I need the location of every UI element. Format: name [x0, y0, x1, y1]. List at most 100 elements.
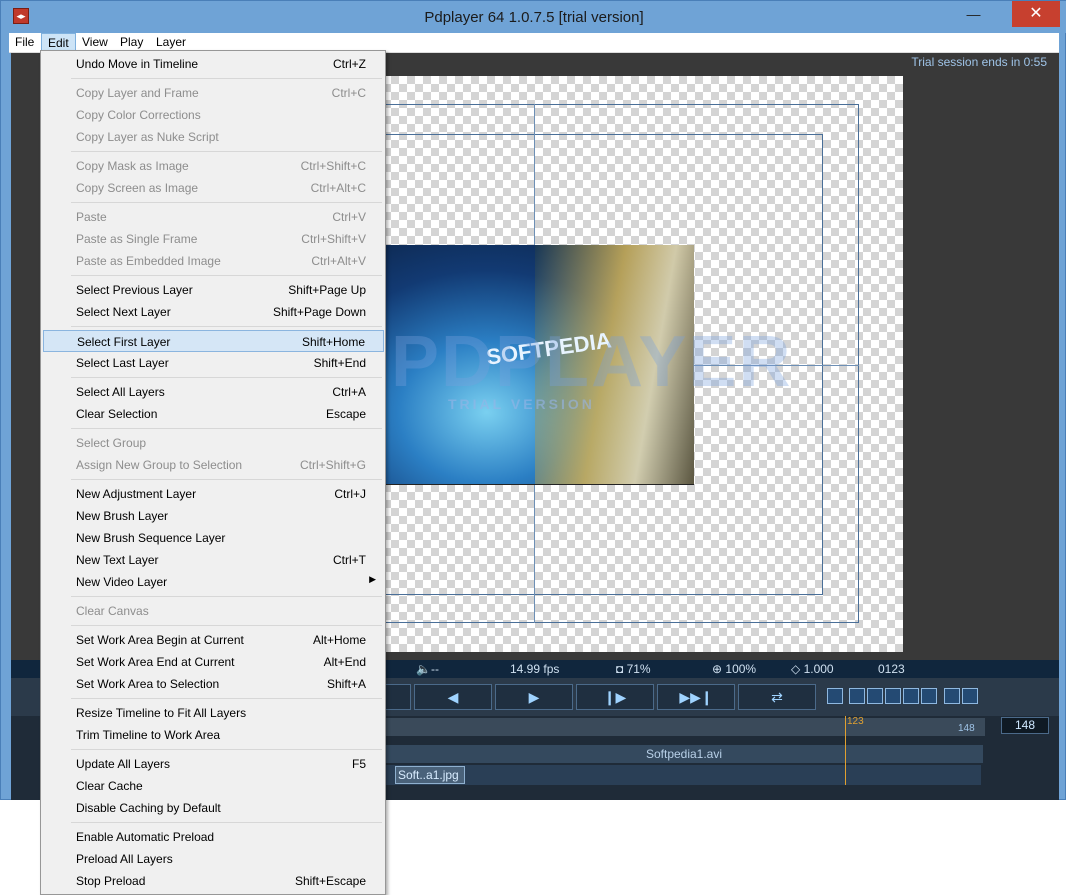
menu-item-assign-new-group-to-selection: Assign New Group to Selection Ctrl+Shift+…	[43, 454, 384, 476]
menu-item-label: Preload All Layers	[76, 852, 173, 866]
menu-item-clear-cache[interactable]: Clear Cache	[43, 775, 384, 797]
menu-item-shortcut: Shift+End	[313, 356, 366, 370]
compare-icon[interactable]	[944, 688, 960, 704]
menu-item-shortcut: Shift+Home	[301, 335, 365, 349]
menu-item-label: Update All Layers	[76, 757, 171, 771]
menu-separator	[71, 698, 382, 699]
menu-item-copy-color-corrections: Copy Color Corrections	[43, 104, 384, 126]
window-title: Pdplayer 64 1.0.7.5 [trial version]	[424, 9, 644, 26]
menu-item-label: Copy Layer and Frame	[76, 86, 199, 100]
menu-item-label: Set Work Area Begin at Current	[76, 633, 244, 647]
menu-item-label: Copy Screen as Image	[76, 181, 199, 195]
menu-file[interactable]: File	[9, 33, 40, 53]
menu-item-disable-caching-by-default[interactable]: Disable Caching by Default	[43, 797, 384, 819]
menu-item-shortcut: Alt+Home	[312, 633, 366, 647]
menu-item-clear-selection[interactable]: Clear Selection Escape	[43, 403, 384, 425]
menu-item-label: Select Next Layer	[76, 305, 171, 319]
menu-separator	[71, 749, 382, 750]
menu-separator	[71, 596, 382, 597]
menu-item-preload-all-layers[interactable]: Preload All Layers	[43, 848, 384, 870]
menu-item-label: Clear Selection	[76, 407, 158, 421]
title-bar: ◂▸ Pdplayer 64 1.0.7.5 [trial version] —…	[1, 1, 1066, 33]
menu-item-new-brush-layer[interactable]: New Brush Layer	[43, 505, 384, 527]
play-button[interactable]: ▶	[495, 684, 573, 710]
fullscreen-icon[interactable]	[962, 688, 978, 704]
image-clip[interactable]: Soft..a1.jpg	[395, 766, 465, 784]
menu-item-shortcut: Shift+Page Up	[288, 283, 366, 297]
menu-item-label: New Video Layer	[76, 575, 168, 589]
timeline-ruler[interactable]	[385, 718, 985, 736]
contrast-icon[interactable]	[921, 688, 937, 704]
trial-notice: Trial session ends in 0:55	[911, 55, 1047, 69]
list-icon[interactable]	[903, 688, 919, 704]
zoom-status[interactable]: ⊕ 100%	[712, 662, 756, 676]
menu-item-set-work-area-to-selection[interactable]: Set Work Area to Selection Shift+A	[43, 673, 384, 695]
menu-item-undo-move-in-timeline[interactable]: Undo Move in Timeline Ctrl+Z	[43, 53, 384, 75]
menu-item-label: Select First Layer	[77, 335, 171, 349]
menu-item-shortcut: Ctrl+T	[333, 553, 366, 567]
menu-item-new-text-layer[interactable]: New Text Layer Ctrl+T	[43, 549, 384, 571]
menu-item-label: Paste as Single Frame	[76, 232, 198, 246]
menu-item-select-first-layer[interactable]: Select First Layer Shift+Home	[43, 330, 384, 352]
opacity-status[interactable]: ◘ 71%	[616, 662, 651, 676]
menu-item-select-all-layers[interactable]: Select All Layers Ctrl+A	[43, 381, 384, 403]
menu-separator	[71, 479, 382, 480]
track-clip[interactable]: Softpedia1.avi	[385, 745, 983, 763]
menu-item-copy-screen-as-image: Copy Screen as Image Ctrl+Alt+C	[43, 177, 384, 199]
menu-item-shortcut: Ctrl+V	[332, 210, 366, 224]
menu-item-resize-timeline-to-fit-all-layers[interactable]: Resize Timeline to Fit All Layers	[43, 702, 384, 724]
menu-item-new-brush-sequence-layer[interactable]: New Brush Sequence Layer	[43, 527, 384, 549]
step-forward-button[interactable]: ❙▶	[576, 684, 654, 710]
menu-item-copy-layer-and-frame: Copy Layer and Frame Ctrl+C	[43, 82, 384, 104]
menu-item-enable-automatic-preload[interactable]: Enable Automatic Preload	[43, 826, 384, 848]
menu-item-stop-preload[interactable]: Stop Preload Shift+Escape	[43, 870, 384, 892]
menu-separator	[71, 428, 382, 429]
menu-item-update-all-layers[interactable]: Update All Layers F5	[43, 753, 384, 775]
aspect-status[interactable]: ◇ 1.000	[791, 662, 834, 676]
audio-status[interactable]: 🔈--	[416, 662, 439, 676]
frame-count-field[interactable]: 148	[1001, 717, 1049, 734]
fps-status: 14.99 fps	[510, 662, 560, 676]
menu-item-label: Copy Layer as Nuke Script	[76, 130, 219, 144]
menu-item-select-group: Select Group	[43, 432, 384, 454]
minimize-button[interactable]: —	[951, 1, 996, 27]
loop-button[interactable]: ⇄	[738, 684, 816, 710]
menu-item-paste-as-single-frame: Paste as Single Frame Ctrl+Shift+V	[43, 228, 384, 250]
menu-item-label: Disable Caching by Default	[76, 801, 221, 815]
menu-item-shortcut: Ctrl+Shift+G	[299, 458, 366, 472]
menu-item-label: Clear Cache	[76, 779, 143, 793]
menu-item-label: Undo Move in Timeline	[76, 57, 199, 71]
menu-item-label: Paste	[76, 210, 107, 224]
menu-separator	[71, 202, 382, 203]
safe-area-icon[interactable]	[849, 688, 865, 704]
menu-item-new-video-layer[interactable]: New Video Layer ▶	[43, 571, 384, 593]
menu-separator	[71, 78, 382, 79]
menu-item-label: Select Previous Layer	[76, 283, 193, 297]
frame-status: 0123	[878, 662, 905, 676]
menu-item-label: Select All Layers	[76, 385, 165, 399]
menu-item-select-last-layer[interactable]: Select Last Layer Shift+End	[43, 352, 384, 374]
menu-item-select-next-layer[interactable]: Select Next Layer Shift+Page Down	[43, 301, 384, 323]
menu-item-clear-canvas: Clear Canvas	[43, 600, 384, 622]
menu-item-label: Set Work Area to Selection	[76, 677, 220, 691]
close-button[interactable]: ✕	[1012, 1, 1060, 27]
menu-item-new-adjustment-layer[interactable]: New Adjustment Layer Ctrl+J	[43, 483, 384, 505]
menu-item-shortcut: Shift+Escape	[294, 874, 366, 888]
track-lane[interactable]	[385, 765, 981, 785]
menu-item-trim-timeline-to-work-area[interactable]: Trim Timeline to Work Area	[43, 724, 384, 746]
menu-item-label: Select Last Layer	[76, 356, 169, 370]
menu-item-shortcut: Ctrl+C	[331, 86, 366, 100]
prev-button[interactable]	[385, 684, 411, 710]
menu-item-shortcut: Ctrl+A	[332, 385, 366, 399]
view-mode-icon[interactable]	[827, 688, 843, 704]
menu-item-set-work-area-begin-at-current[interactable]: Set Work Area Begin at Current Alt+Home	[43, 629, 384, 651]
menu-item-label: Copy Color Corrections	[76, 108, 201, 122]
checker-icon[interactable]	[885, 688, 901, 704]
menu-item-set-work-area-end-at-current[interactable]: Set Work Area End at Current Alt+End	[43, 651, 384, 673]
playhead[interactable]	[845, 716, 846, 785]
grid-icon[interactable]	[867, 688, 883, 704]
menu-item-label: Resize Timeline to Fit All Layers	[76, 706, 247, 720]
menu-item-select-previous-layer[interactable]: Select Previous Layer Shift+Page Up	[43, 279, 384, 301]
play-backward-button[interactable]: ◀	[414, 684, 492, 710]
jump-end-button[interactable]: ▶▶❙	[657, 684, 735, 710]
